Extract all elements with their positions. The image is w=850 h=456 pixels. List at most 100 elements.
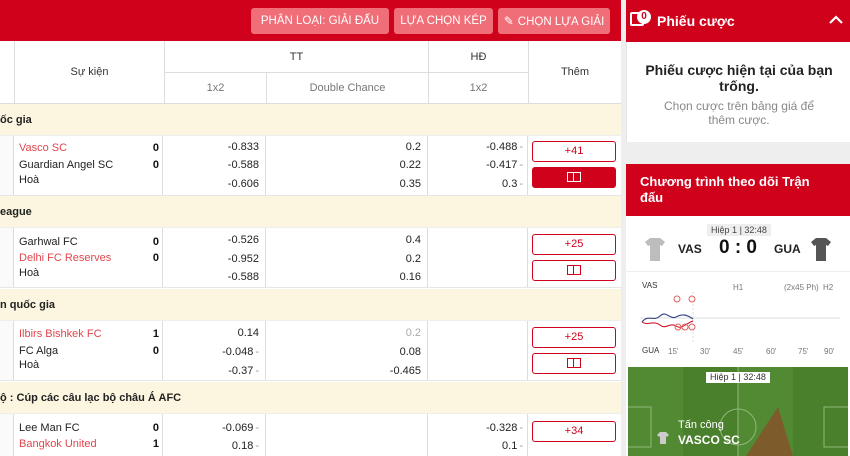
more-markets-button[interactable]: +41 xyxy=(532,141,616,162)
pencil-icon: ✎ xyxy=(503,14,514,28)
row-spacer xyxy=(0,136,14,195)
home-team[interactable]: Vasco SC 0 xyxy=(19,142,159,154)
away-team-name: Bangkok United xyxy=(19,438,97,450)
odd[interactable]: 0.18- xyxy=(232,440,259,452)
attack-label: Tấn công xyxy=(678,419,724,431)
odd[interactable]: 0.1- xyxy=(502,440,523,452)
multi-select-button[interactable]: LỰA CHỌN KÉP xyxy=(394,8,493,34)
odd[interactable]: -0.526 xyxy=(228,234,259,246)
league-header[interactable]: ốc gia xyxy=(0,104,621,136)
teams-cell: Vasco SC 0 Guardian Angel SC 0 Hoà xyxy=(15,136,163,195)
half-2-label: H2 xyxy=(823,283,834,292)
match-tracker-button[interactable] xyxy=(532,167,616,188)
away-team[interactable]: Guardian Angel SC 0 xyxy=(19,159,159,171)
live-pitch: Hiệp 1 | 32:48 Tấn công VASCO SC xyxy=(628,367,848,456)
dash: - xyxy=(519,422,523,434)
divider xyxy=(626,271,850,272)
more-markets-button[interactable]: +25 xyxy=(532,234,616,255)
odd[interactable]: -0.417- xyxy=(486,159,523,171)
league-header[interactable]: n quốc gia xyxy=(0,289,621,321)
match-row: Ilbirs Bishkek FC 1 FC Alga 0 Hoà 0.14 -0.… xyxy=(0,321,621,381)
odds-tt-1x2: -0.069- 0.18- xyxy=(164,414,266,456)
league-header[interactable]: ộ : Cúp các câu lạc bộ châu Á AFC xyxy=(0,382,621,414)
match-tracker-button[interactable] xyxy=(532,260,616,281)
betslip-header[interactable]: 0 Phiếu cược xyxy=(626,0,850,42)
chevron-up-icon[interactable] xyxy=(828,12,844,28)
tracker-header[interactable]: Chương trình theo dõi Trận đấu xyxy=(626,164,850,216)
odd[interactable]: -0.588 xyxy=(228,271,259,283)
match-period: Hiệp 1 | 32:48 xyxy=(707,224,771,236)
odd[interactable]: -0.952 xyxy=(228,253,259,265)
odd[interactable]: -0.37- xyxy=(228,365,259,377)
format-label: (2x45 Ph) xyxy=(784,283,819,292)
home-team[interactable]: Lee Man FC 0 xyxy=(19,422,159,434)
filter-league-button[interactable]: PHÂN LOẠI: GIẢI ĐẤU xyxy=(251,8,389,34)
away-kit-icon xyxy=(811,238,831,261)
odd[interactable]: -0.833 xyxy=(228,141,259,153)
odds-tt-dc: 0.2 0.22 0.35 xyxy=(266,136,428,195)
dash: - xyxy=(519,178,523,190)
home-team-name: Ilbirs Bishkek FC xyxy=(19,328,102,340)
away-score: 0 xyxy=(152,252,159,264)
odd[interactable]: 0.3- xyxy=(502,178,523,190)
col-more: Thêm xyxy=(528,41,621,104)
shirt-icon xyxy=(657,432,669,444)
odd[interactable]: 0.2 xyxy=(406,253,421,265)
home-score: 1 xyxy=(152,328,159,340)
draw-label: Hoà xyxy=(19,267,40,279)
odd[interactable]: -0.328- xyxy=(486,422,523,434)
match-tracker-button[interactable] xyxy=(532,353,616,374)
more-markets-button[interactable]: +34 xyxy=(532,421,616,442)
away-team-name: Guardian Angel SC xyxy=(19,159,114,171)
home-team-code: VAS xyxy=(678,242,702,256)
odd[interactable]: 0.22 xyxy=(400,159,421,171)
home-kit-icon xyxy=(645,238,665,261)
choose-league-button[interactable]: ✎ CHỌN LỰA GIẢI xyxy=(498,8,610,34)
away-score: 0 xyxy=(152,345,159,357)
col-tt-1x2: 1x2 xyxy=(164,73,266,104)
away-team[interactable]: Delhi FC Reserves 0 xyxy=(19,252,159,264)
betslip-body: Phiếu cược hiện tại của bạn trống. Chọn … xyxy=(626,42,850,142)
odds-tt-1x2: -0.833 -0.588 -0.606 xyxy=(164,136,266,195)
away-score: 0 xyxy=(152,159,159,171)
draw-label: Hoà xyxy=(19,174,40,186)
odd-value: -0.488 xyxy=(486,141,518,153)
odds-hd-1x2: -0.328- 0.1- xyxy=(428,414,528,456)
league-header[interactable]: eague xyxy=(0,196,621,228)
home-team[interactable]: Ilbirs Bishkek FC 1 xyxy=(19,328,159,340)
odds-tt-1x2: 0.14 -0.048- -0.37- xyxy=(164,321,266,380)
odd[interactable]: 0.08 xyxy=(400,346,421,358)
tick-label: 45' xyxy=(733,347,744,356)
dash: - xyxy=(519,159,523,171)
home-team-name: Vasco SC xyxy=(19,142,68,154)
betslip-title: Phiếu cược xyxy=(657,13,735,29)
betslip-empty-title: Phiếu cược hiện tại của bạn trống. xyxy=(645,62,833,94)
home-team[interactable]: Garhwal FC 0 xyxy=(19,236,159,248)
odd[interactable]: 0.14 xyxy=(238,327,259,339)
odd[interactable]: 0.16 xyxy=(400,271,421,283)
tick-label: 75' xyxy=(798,347,809,356)
pitch-icon xyxy=(567,172,581,183)
odd[interactable]: -0.606 xyxy=(228,178,259,190)
home-team-name: Lee Man FC xyxy=(19,422,80,434)
dash: - xyxy=(519,440,523,452)
dash: - xyxy=(255,365,259,377)
toolbar: PHÂN LOẠI: GIẢI ĐẤU LỰA CHỌN KÉP ✎ CHỌN L… xyxy=(0,0,621,41)
odd[interactable]: -0.048- xyxy=(222,346,259,358)
momentum-away-label: GUA xyxy=(642,346,660,355)
away-team[interactable]: FC Alga 0 xyxy=(19,345,159,357)
odd[interactable]: 0.35 xyxy=(400,178,421,190)
odd[interactable]: 0.2 xyxy=(406,327,421,339)
more-markets-button[interactable]: +25 xyxy=(532,327,616,348)
tick-label: 60' xyxy=(766,347,777,356)
odd[interactable]: 0.2 xyxy=(406,141,421,153)
odds-hd-1x2 xyxy=(428,321,528,380)
odd[interactable]: -0.588 xyxy=(228,159,259,171)
tick-label: 30' xyxy=(700,347,711,356)
odd[interactable]: -0.069- xyxy=(222,422,259,434)
odd[interactable]: 0.4 xyxy=(406,234,421,246)
away-team[interactable]: Bangkok United 1 xyxy=(19,438,159,450)
odd[interactable]: -0.488- xyxy=(486,141,523,153)
odd[interactable]: -0.465 xyxy=(390,365,421,377)
odd-value: -0.37 xyxy=(228,365,254,377)
